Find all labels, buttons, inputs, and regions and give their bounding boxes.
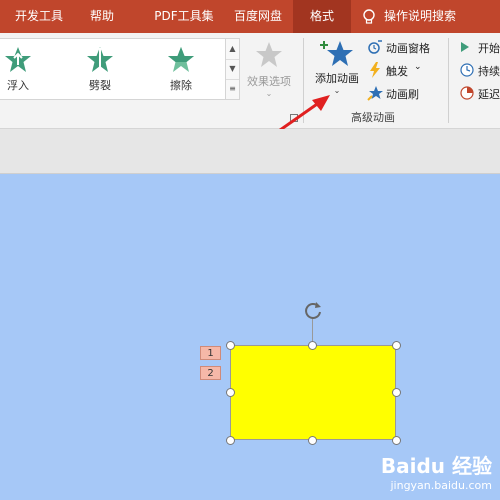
float-in-star-icon bbox=[5, 47, 31, 72]
gallery-item-float-in[interactable]: 浮入 bbox=[0, 43, 48, 97]
resize-handle-left[interactable] bbox=[226, 388, 235, 397]
yellow-rectangle-shape[interactable] bbox=[230, 345, 396, 440]
duration-label: 持续 bbox=[478, 65, 500, 78]
gallery-scroll-down-icon[interactable]: ▼ bbox=[226, 59, 239, 80]
resize-handle-top-left[interactable] bbox=[226, 341, 235, 350]
split-label: 劈裂 bbox=[89, 79, 111, 92]
resize-handle-bottom-right[interactable] bbox=[392, 436, 401, 445]
rotate-handle-icon[interactable] bbox=[302, 300, 324, 322]
tell-me-label: 操作说明搜索 bbox=[384, 9, 457, 23]
formula-area bbox=[0, 129, 500, 174]
wipe-label: 擦除 bbox=[170, 79, 192, 92]
add-animation-star-icon bbox=[320, 41, 353, 66]
group-separator bbox=[448, 38, 449, 123]
gallery-more-icon[interactable]: ≡ bbox=[226, 79, 239, 99]
tab-format[interactable]: 格式 bbox=[293, 0, 351, 33]
trigger-label: 触发 bbox=[386, 65, 408, 78]
tab-developer[interactable]: 开发工具 bbox=[6, 0, 72, 33]
tab-help[interactable]: 帮助 bbox=[80, 0, 124, 33]
advanced-animation-group-label: 高级动画 bbox=[351, 111, 395, 124]
gallery-scrollbar: ▲ ▼ ≡ bbox=[225, 38, 240, 100]
animation-tag-2[interactable]: 2 bbox=[200, 366, 221, 380]
trigger-chevron-icon: ⌄ bbox=[414, 62, 422, 72]
gallery-scroll-up-icon[interactable]: ▲ bbox=[226, 39, 239, 60]
split-star-icon bbox=[87, 47, 113, 72]
baidu-watermark: Baidu 经验 jingyan.baidu.com bbox=[381, 450, 492, 492]
gallery-item-split[interactable]: 劈裂 bbox=[70, 43, 130, 97]
resize-handle-top-right[interactable] bbox=[392, 341, 401, 350]
tell-me-search[interactable]: 操作说明搜索 bbox=[362, 0, 492, 33]
add-animation-label: 添加动画 bbox=[315, 72, 359, 85]
ribbon-tab-bar: 开发工具 帮助 PDF工具集 百度网盘 格式 操作说明搜索 bbox=[0, 0, 500, 33]
start-label: 开始 bbox=[478, 42, 500, 55]
animation-tag-1[interactable]: 1 bbox=[200, 346, 221, 360]
watermark-url: jingyan.baidu.com bbox=[390, 479, 492, 492]
tab-baidu-netdisk[interactable]: 百度网盘 bbox=[222, 0, 294, 33]
animation-gallery: 浮入 劈裂 擦除 bbox=[0, 38, 226, 100]
play-icon bbox=[461, 42, 469, 52]
float-in-label: 浮入 bbox=[7, 79, 29, 92]
gallery-item-wipe[interactable]: 擦除 bbox=[151, 43, 211, 97]
animation-pane-label: 动画窗格 bbox=[386, 42, 430, 55]
delay-clock-icon bbox=[460, 86, 474, 100]
clock-icon bbox=[460, 63, 474, 77]
resize-handle-top[interactable] bbox=[308, 341, 317, 350]
wipe-star-icon bbox=[168, 47, 194, 72]
delay-label: 延迟 bbox=[478, 88, 500, 101]
ribbon-panel: 浮入 劈裂 擦除 ▲ ▼ ≡ 效果选项 ⌄ 添加动画 ⌄ 动画窗格 触发 ⌄ 动… bbox=[0, 33, 500, 137]
animation-painter-label: 动画刷 bbox=[386, 88, 419, 101]
resize-handle-bottom-left[interactable] bbox=[226, 436, 235, 445]
effect-options-label: 效果选项 bbox=[247, 75, 291, 88]
animation-painter-icon bbox=[367, 86, 383, 101]
resize-handle-bottom[interactable] bbox=[308, 436, 317, 445]
watermark-brand: Baidu 经验 bbox=[380, 454, 492, 478]
animation-pane-icon bbox=[368, 40, 382, 54]
effect-options-star-icon bbox=[256, 42, 282, 67]
lightning-icon bbox=[370, 62, 380, 78]
tab-pdf-tools[interactable]: PDF工具集 bbox=[134, 0, 234, 33]
lightbulb-icon bbox=[363, 8, 375, 24]
resize-handle-right[interactable] bbox=[392, 388, 401, 397]
